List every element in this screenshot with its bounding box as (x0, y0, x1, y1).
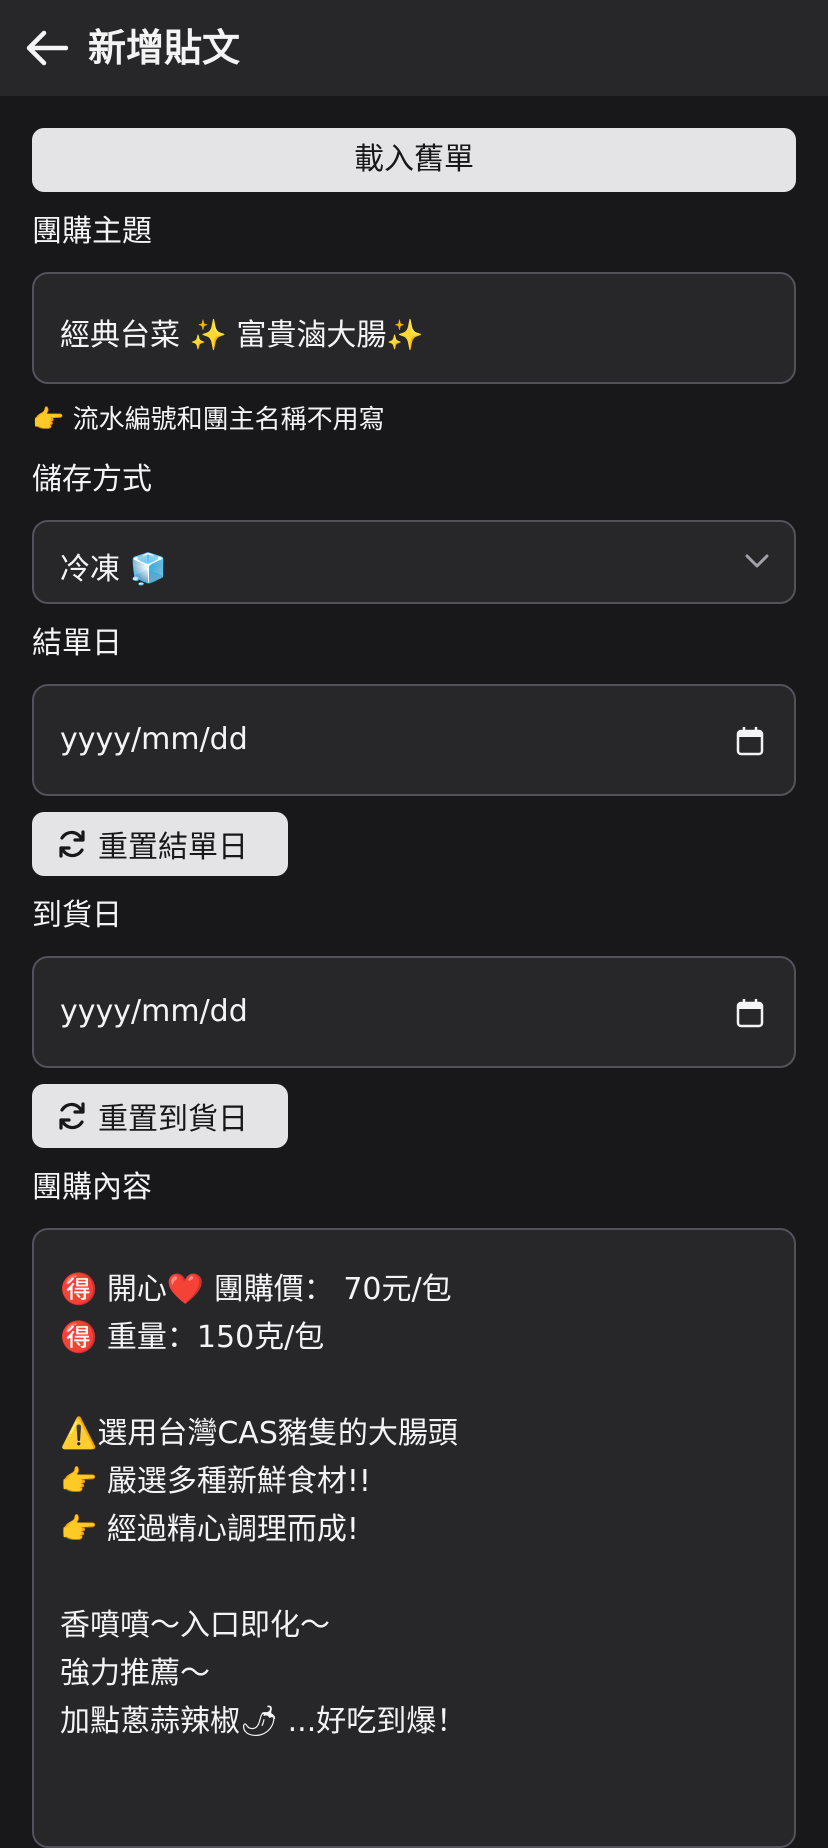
back-button[interactable] (24, 26, 70, 70)
content-line: 加點蔥蒜辣椒🌶 ...好吃到爆！ (60, 1704, 467, 1739)
content-line: ⚠️選用台灣CAS豬隻的大腸頭 (60, 1416, 458, 1451)
content-line: 香噴噴～入口即化～ (60, 1608, 330, 1643)
topic-label: 團購主題 (32, 214, 152, 249)
content-textarea[interactable]: 🉐 開心❤️ 團購價： 70元/包 🉐 重量：150克/包 ⚠️選用台灣CAS豬… (32, 1228, 796, 1848)
app-bar: 新增貼文 (0, 0, 828, 96)
page-title: 新增貼文 (88, 26, 241, 70)
refresh-icon (59, 830, 85, 858)
reset-close-date-button[interactable]: 重置結單日 (32, 812, 288, 876)
load-old-order-button[interactable]: 載入舊單 (32, 128, 796, 192)
content-label: 團購內容 (32, 1170, 152, 1205)
arrow-left-icon (26, 30, 68, 66)
topic-value: 經典台菜 ✨ 富貴滷大腸✨ (60, 318, 424, 353)
content-line: 👉 經過精心調理而成! (60, 1512, 359, 1547)
arrival-date-placeholder: yyyy/mm/dd (60, 994, 248, 1029)
reset-arrival-date-label: 重置到貨日 (98, 1102, 248, 1137)
close-date-placeholder: yyyy/mm/dd (60, 722, 248, 757)
calendar-icon[interactable] (736, 998, 764, 1028)
storage-value: 冷凍 🧊 (60, 552, 167, 587)
reset-close-date-label: 重置結單日 (98, 830, 248, 865)
storage-select[interactable]: 冷凍 🧊 (32, 520, 796, 604)
content-line: 👉 嚴選多種新鮮食材!! (60, 1464, 371, 1499)
refresh-icon (59, 1102, 85, 1130)
content-line: 🉐 開心❤️ 團購價： 70元/包 (60, 1272, 452, 1307)
chevron-down-icon (745, 554, 769, 568)
calendar-icon[interactable] (736, 726, 764, 756)
topic-input[interactable]: 經典台菜 ✨ 富貴滷大腸✨ (32, 272, 796, 384)
content-line: 🉐 重量：150克/包 (60, 1320, 325, 1355)
storage-label: 儲存方式 (32, 462, 152, 497)
reset-arrival-date-button[interactable]: 重置到貨日 (32, 1084, 288, 1148)
topic-hint: 👉 流水編號和團主名稱不用寫 (32, 405, 385, 435)
close-date-input[interactable]: yyyy/mm/dd (32, 684, 796, 796)
close-date-label: 結單日 (32, 626, 122, 661)
content-line: 強力推薦～ (60, 1656, 210, 1691)
arrival-date-label: 到貨日 (32, 898, 122, 933)
arrival-date-input[interactable]: yyyy/mm/dd (32, 956, 796, 1068)
